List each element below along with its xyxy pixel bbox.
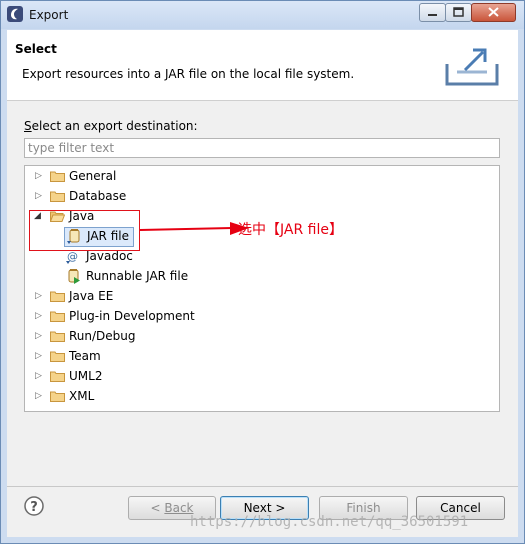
wizard-header: Select Export resources into a JAR file … [7, 30, 518, 101]
maximize-icon [453, 7, 464, 17]
folder-icon [50, 371, 65, 382]
minimize-icon [428, 14, 437, 16]
tree-item-label: UML2 [69, 369, 103, 383]
tree-item-run-debug[interactable]: ▷ Run/Debug [25, 326, 495, 346]
tree-item-label: XML [69, 389, 95, 403]
export-banner-icon [445, 48, 499, 86]
tree-item-uml2[interactable]: ▷ UML2 [25, 366, 495, 386]
tree-item-label: Run/Debug [69, 329, 136, 343]
help-icon[interactable]: ? [24, 496, 44, 516]
tree-item-plugin-development[interactable]: ▷ Plug-in Development [25, 306, 495, 326]
eclipse-icon [7, 6, 23, 22]
folder-icon [50, 291, 65, 302]
expand-arrow-icon[interactable]: ▷ [35, 192, 44, 201]
expand-arrow-icon[interactable]: ▷ [35, 332, 44, 341]
dialog-body: Select Export resources into a JAR file … [7, 30, 518, 537]
tree-item-team[interactable]: ▷ Team [25, 346, 495, 366]
page-title: Select [15, 42, 57, 56]
tree-item-label: Team [69, 349, 101, 363]
folder-icon [50, 351, 65, 362]
svg-text:?: ? [30, 500, 38, 515]
tree-item-label: Plug-in Development [69, 309, 195, 323]
folder-icon [50, 171, 65, 182]
tree-item-runnable-jar[interactable]: Runnable JAR file [63, 266, 263, 286]
destination-tree[interactable]: ▷ General ▷ Database ◢ Java JAR file @ J… [24, 165, 500, 412]
maximize-button[interactable] [445, 3, 472, 22]
tree-item-java-ee[interactable]: ▷ Java EE [25, 286, 495, 306]
footer-divider [7, 486, 518, 487]
filter-input[interactable] [24, 138, 500, 158]
annotation-text: 选中【JAR file】 [238, 222, 343, 238]
page-description: Export resources into a JAR file on the … [22, 67, 355, 81]
folder-icon [50, 191, 65, 202]
annotation-arrow-icon [140, 222, 249, 235]
folder-icon [50, 391, 65, 402]
close-button[interactable] [471, 3, 516, 22]
destination-label: Select an export destination: [24, 119, 198, 133]
window-title: Export [29, 8, 69, 22]
folder-icon [50, 331, 65, 342]
mnemonic-s: S [24, 119, 32, 133]
minimize-button[interactable] [419, 3, 446, 22]
expand-arrow-icon[interactable]: ▷ [35, 312, 44, 321]
tree-item-general[interactable]: ▷ General [25, 166, 495, 186]
tree-item-label: Javadoc [86, 249, 133, 263]
expand-arrow-icon[interactable]: ▷ [35, 392, 44, 401]
tree-item-database[interactable]: ▷ Database [25, 186, 495, 206]
tree-item-label: Runnable JAR file [86, 269, 189, 283]
tree-item-label: General [69, 169, 117, 183]
expand-arrow-icon[interactable]: ▷ [35, 292, 44, 301]
expand-arrow-icon[interactable]: ▷ [35, 352, 44, 361]
close-icon [488, 7, 499, 17]
tree-item-label: Database [69, 189, 127, 203]
folder-icon [50, 311, 65, 322]
runnable-jar-icon [68, 269, 80, 284]
expand-arrow-icon[interactable]: ▷ [35, 172, 44, 181]
annotation-highlight-box [29, 210, 140, 251]
watermark: https://blog.csdn.net/qq_36501591 [190, 514, 469, 530]
back-label: Back [164, 501, 194, 515]
destination-label-rest: elect an export destination: [31, 119, 198, 133]
back-prefix: < [150, 501, 165, 515]
title-bar[interactable]: Export [1, 1, 524, 29]
tree-item-xml[interactable]: ▷ XML [25, 386, 495, 406]
tree-item-label: Java EE [69, 289, 114, 303]
export-dialog: Export Select Export resources into a JA… [0, 0, 525, 544]
expand-arrow-icon[interactable]: ▷ [35, 372, 44, 381]
